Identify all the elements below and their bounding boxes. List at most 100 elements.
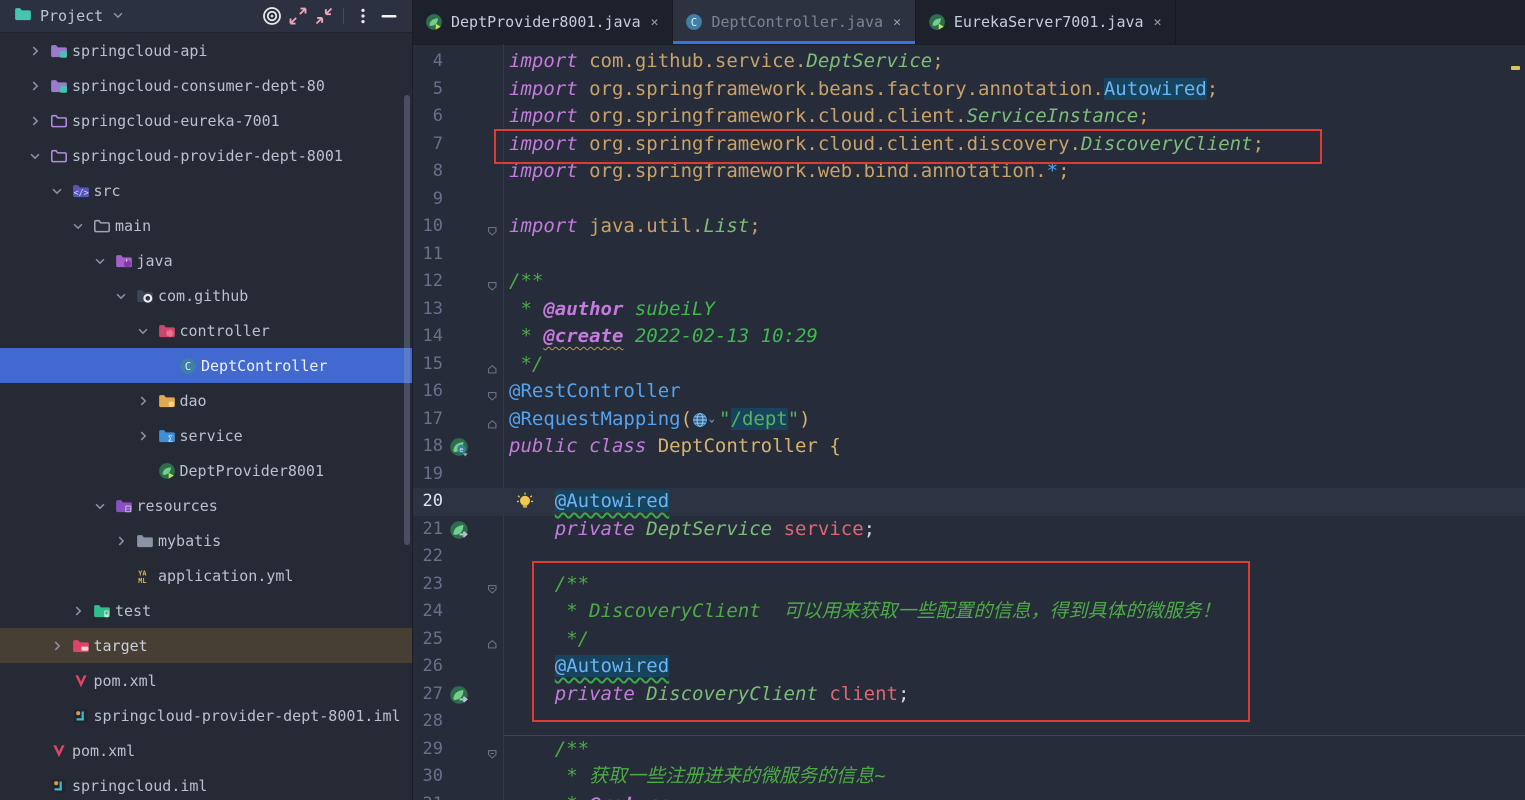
chevron-right-icon[interactable]	[136, 429, 158, 443]
java-folder-icon	[115, 252, 137, 270]
tree-item-service[interactable]: Σservice	[0, 418, 412, 453]
line-number: 6	[415, 103, 443, 131]
line-number: 23	[415, 571, 443, 599]
code-line-15[interactable]: 15 */	[413, 351, 1525, 379]
chevron-down-icon[interactable]	[93, 254, 115, 268]
code-line-25[interactable]: 25 */	[413, 626, 1525, 654]
hide-panel-icon[interactable]	[376, 3, 402, 29]
code-line-29[interactable]: 29 /**	[413, 736, 1525, 764]
tab-deptcontroller-java[interactable]: CDeptController.java✕	[673, 0, 915, 44]
code-line-11[interactable]: 11	[413, 241, 1525, 269]
tree-scrollbar[interactable]	[404, 95, 410, 545]
tree-item-src[interactable]: </>src	[0, 173, 412, 208]
tree-item-pom-xml[interactable]: pom.xml	[0, 733, 412, 768]
warning-stripe-mark[interactable]	[1511, 66, 1520, 70]
tree-item-controller[interactable]: controller	[0, 313, 412, 348]
tree-item-application-yml[interactable]: YAMLapplication.yml	[0, 558, 412, 593]
code-text: private DeptService service;	[509, 518, 875, 540]
tree-item-java[interactable]: java	[0, 243, 412, 278]
line-number: 30	[415, 763, 443, 791]
tree-item-label: springcloud-eureka-7001	[72, 112, 280, 130]
close-icon[interactable]: ✕	[651, 15, 659, 30]
chevron-down-icon[interactable]	[71, 219, 93, 233]
token: @Autowired	[555, 655, 669, 677]
close-icon[interactable]: ✕	[893, 15, 901, 30]
code-line-8[interactable]: 8import org.springframework.web.bind.ann…	[413, 158, 1525, 186]
chevron-down-icon[interactable]	[28, 149, 50, 163]
chevron-right-icon[interactable]	[71, 604, 93, 618]
tree-item-label: controller	[180, 322, 270, 340]
chevron-right-icon[interactable]	[28, 44, 50, 58]
chevron-right-icon[interactable]	[28, 114, 50, 128]
code-line-20[interactable]: 20 @Autowired	[413, 488, 1525, 516]
tree-item-resources[interactable]: resources	[0, 488, 412, 523]
code-line-17[interactable]: 17@RequestMapping("/dept")	[413, 406, 1525, 434]
code-line-9[interactable]: 9	[413, 186, 1525, 214]
code-line-23[interactable]: 23 /**	[413, 571, 1525, 599]
code-line-31[interactable]: 31 * @return	[413, 791, 1525, 800]
tree-item-label: mybatis	[158, 532, 221, 550]
token: org.springframework.web.bind.annotation.	[589, 160, 1047, 182]
tab-deptprovider8001-java[interactable]: DeptProvider8001.java✕	[413, 0, 673, 44]
tree-item-springcloud-consumer-dept-80[interactable]: springcloud-consumer-dept-80	[0, 68, 412, 103]
code-line-7[interactable]: 7import org.springframework.cloud.client…	[413, 131, 1525, 159]
code-line-24[interactable]: 24 * DiscoveryClient 可以用来获取一些配置的信息，得到具体的…	[413, 598, 1525, 626]
project-panel-title[interactable]: Project	[40, 7, 103, 25]
code-line-10[interactable]: 10import java.util.List;	[413, 213, 1525, 241]
tree-item-test[interactable]: test	[0, 593, 412, 628]
chevron-right-icon[interactable]	[114, 534, 136, 548]
tree-item-pom-xml[interactable]: pom.xml	[0, 663, 412, 698]
globe-inlay-icon[interactable]	[692, 409, 708, 437]
tree-item-springcloud-api[interactable]: springcloud-api	[0, 33, 412, 68]
chevron-down-icon[interactable]	[136, 324, 158, 338]
token: )	[799, 408, 810, 430]
chevron-down-icon[interactable]	[50, 184, 72, 198]
code-line-26[interactable]: 26 @Autowired	[413, 653, 1525, 681]
test-folder-icon	[93, 602, 115, 620]
tree-item-springcloud-provider-dept-8001-iml[interactable]: springcloud-provider-dept-8001.iml	[0, 698, 412, 733]
token: */	[509, 628, 589, 650]
code-line-21[interactable]: 21 private DeptService service;	[413, 516, 1525, 544]
code-editor[interactable]: 4import com.github.service.DeptService;5…	[413, 44, 1525, 800]
code-line-6[interactable]: 6import org.springframework.cloud.client…	[413, 103, 1525, 131]
close-icon[interactable]: ✕	[1154, 15, 1162, 30]
tab-label: EurekaServer7001.java	[954, 13, 1144, 31]
code-line-18[interactable]: 18epublic class DeptController {	[413, 433, 1525, 461]
chevron-down-icon[interactable]	[111, 7, 125, 26]
tree-item-deptcontroller[interactable]: CDeptController	[0, 348, 412, 383]
chevron-down-icon[interactable]	[93, 499, 115, 513]
line-number: 17	[415, 406, 443, 434]
code-line-22[interactable]: 22	[413, 543, 1525, 571]
expand-all-icon[interactable]	[285, 3, 311, 29]
tab-label: DeptController.java	[711, 13, 883, 31]
tree-item-dao[interactable]: dao	[0, 383, 412, 418]
code-line-16[interactable]: 16@RestController	[413, 378, 1525, 406]
tree-item-springcloud-eureka-7001[interactable]: springcloud-eureka-7001	[0, 103, 412, 138]
code-line-14[interactable]: 14 * @create 2022-02-13 10:29	[413, 323, 1525, 351]
code-line-4[interactable]: 4import com.github.service.DeptService;	[413, 48, 1525, 76]
chevron-right-icon[interactable]	[28, 79, 50, 93]
svg-text:Σ: Σ	[168, 434, 173, 443]
code-line-30[interactable]: 30 * 获取一些注册进来的微服务的信息~	[413, 763, 1525, 791]
code-line-13[interactable]: 13 * @author subeiLY	[413, 296, 1525, 324]
more-options-icon[interactable]	[350, 3, 376, 29]
tree-item-main[interactable]: main	[0, 208, 412, 243]
tab-eurekaserver7001-java[interactable]: EurekaServer7001.java ✕	[916, 0, 1176, 44]
tree-item-springcloud-provider-dept-8001[interactable]: springcloud-provider-dept-8001	[0, 138, 412, 173]
code-line-28[interactable]: 28	[413, 708, 1525, 736]
tree-item-springcloud-iml[interactable]: springcloud.iml	[0, 768, 412, 800]
code-line-5[interactable]: 5import org.springframework.beans.factor…	[413, 76, 1525, 104]
code-line-12[interactable]: 12/**	[413, 268, 1525, 296]
code-line-27[interactable]: 27 private DiscoveryClient client;	[413, 681, 1525, 709]
tree-item-com-github[interactable]: com.github	[0, 278, 412, 313]
tree-item-target[interactable]: target	[0, 628, 412, 663]
chevron-down-icon[interactable]	[114, 289, 136, 303]
tree-item-deptprovider8001[interactable]: DeptProvider8001	[0, 453, 412, 488]
locate-icon[interactable]	[259, 3, 285, 29]
tree-item-mybatis[interactable]: mybatis	[0, 523, 412, 558]
collapse-all-icon[interactable]	[311, 3, 337, 29]
code-text: @Autowired	[509, 655, 669, 677]
chevron-right-icon[interactable]	[136, 394, 158, 408]
code-line-19[interactable]: 19	[413, 461, 1525, 489]
chevron-right-icon[interactable]	[50, 639, 72, 653]
